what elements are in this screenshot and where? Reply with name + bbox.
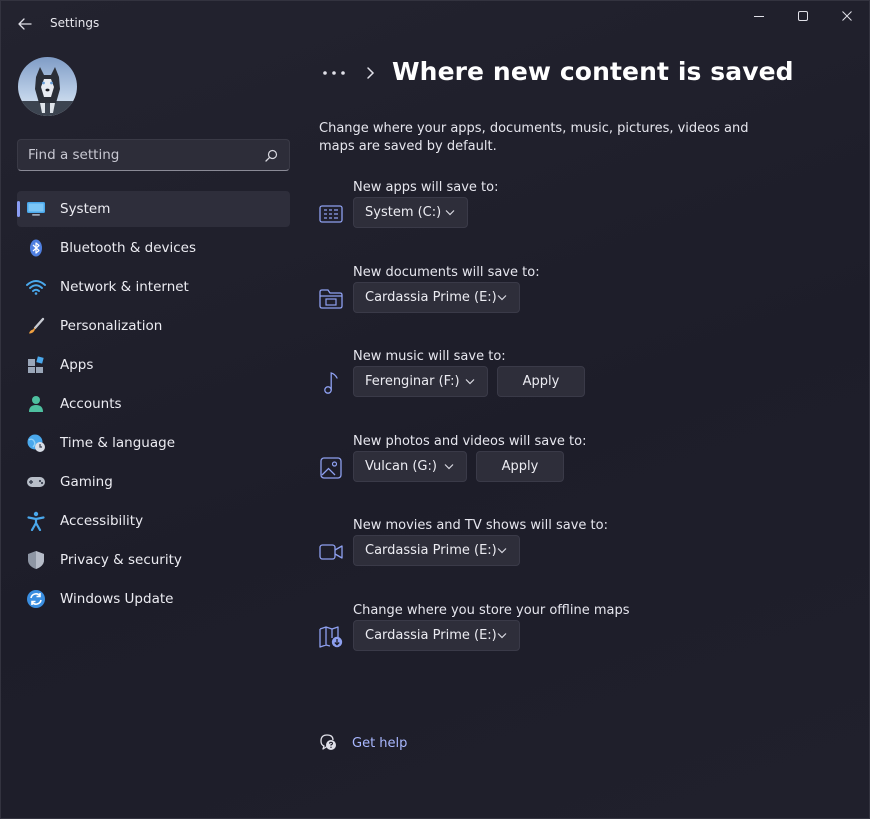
maps-location-dropdown[interactable]: Cardassia Prime (E:) [353,620,520,651]
setting-label: Change where you store your offline maps [353,603,630,618]
sidebar-item-apps[interactable]: Apps [17,347,290,383]
setting-label: New documents will save to: [353,265,540,280]
dropdown-value: Cardassia Prime (E:) [365,628,497,643]
apps-icon [26,355,46,375]
brush-icon [26,316,46,336]
sidebar-item-time-language[interactable]: Time & language [17,425,290,461]
back-arrow-icon [18,18,32,30]
sidebar-item-privacy-security[interactable]: Privacy & security [17,542,290,578]
maximize-button[interactable] [781,5,825,27]
page-description: Change where your apps, documents, music… [319,121,749,154]
sidebar-item-label: Accessibility [60,513,144,529]
user-avatar[interactable] [18,57,77,116]
close-icon [842,11,852,21]
search-input[interactable] [18,140,258,170]
setting-label: New apps will save to: [353,180,499,195]
sidebar-item-label: System [60,201,111,217]
sidebar-item-label: Bluetooth & devices [60,240,197,256]
sidebar-item-accessibility[interactable]: Accessibility [17,503,290,539]
page-title: Where new content is saved [392,57,794,86]
photos-location-dropdown[interactable]: Vulcan (G:) [353,451,467,482]
documents-location-dropdown[interactable]: Cardassia Prime (E:) [353,282,520,313]
update-icon [26,589,46,609]
close-button[interactable] [825,5,869,27]
setting-label: New photos and videos will save to: [353,434,587,449]
setting-label: New movies and TV shows will save to: [353,518,608,533]
sidebar-item-bluetooth-devices[interactable]: Bluetooth & devices [17,230,290,266]
setting-offline-maps: Change where you store your offline maps… [317,603,787,663]
setting-new-apps: New apps will save to: System (C:) [317,180,787,240]
system-icon [26,199,46,219]
chevron-down-icon [445,210,455,216]
selection-indicator [17,201,20,217]
sidebar-item-accounts[interactable]: Accounts [17,386,290,422]
shield-icon [26,550,46,570]
minimize-button[interactable] [737,5,781,27]
sidebar-item-network-internet[interactable]: Network & internet [17,269,290,305]
sidebar-item-system[interactable]: System [17,191,290,227]
breadcrumb-more-button[interactable] [322,65,348,84]
map-download-icon [317,625,345,649]
minimize-icon [754,16,764,17]
dropdown-value: Cardassia Prime (E:) [365,290,497,305]
sidebar-nav: System Bluetooth & devices Network & int… [17,191,290,620]
wifi-icon [26,277,46,297]
sidebar-item-gaming[interactable]: Gaming [17,464,290,500]
accessibility-icon [26,511,46,531]
dropdown-value: Ferenginar (F:) [365,374,460,389]
photos-apply-button[interactable]: Apply [476,451,564,482]
chevron-down-icon [465,379,475,385]
sidebar-item-label: Accounts [60,396,122,412]
dropdown-value: Cardassia Prime (E:) [365,543,497,558]
apps-storage-icon [317,202,345,226]
chevron-right-icon [367,67,375,79]
music-note-icon [317,371,345,395]
dropdown-value: Vulcan (G:) [365,459,437,474]
help-chat-icon [320,734,336,750]
setting-new-music: New music will save to: Ferenginar (F:) … [317,349,787,409]
chevron-down-icon [497,633,507,639]
setting-new-photos-videos: New photos and videos will save to: Vulc… [317,434,787,494]
sidebar-item-label: Personalization [60,318,163,334]
sidebar-item-label: Apps [60,357,94,373]
sidebar-item-label: Privacy & security [60,552,182,568]
search-icon[interactable] [265,149,278,162]
person-icon [26,394,46,414]
maximize-icon [798,11,808,21]
setting-new-documents: New documents will save to: Cardassia Pr… [317,265,787,325]
movies-location-dropdown[interactable]: Cardassia Prime (E:) [353,535,520,566]
documents-folder-icon [317,287,345,311]
sidebar-item-label: Time & language [60,435,176,451]
husky-avatar-icon [18,57,77,116]
apps-location-dropdown[interactable]: System (C:) [353,197,468,228]
gamepad-icon [26,472,46,492]
breadcrumb-separator [366,65,376,84]
setting-label: New music will save to: [353,349,506,364]
video-camera-icon [317,540,345,564]
get-help-link[interactable]: Get help [352,736,407,751]
chevron-down-icon [497,295,507,301]
title-bar: Settings [1,1,869,47]
sidebar-item-label: Network & internet [60,279,189,295]
sidebar-item-windows-update[interactable]: Windows Update [17,581,290,617]
back-button[interactable] [13,12,37,36]
setting-new-movies-tv: New movies and TV shows will save to: Ca… [317,518,787,578]
sidebar-item-personalization[interactable]: Personalization [17,308,290,344]
chevron-down-icon [444,464,454,470]
chevron-down-icon [497,548,507,554]
bluetooth-icon [26,238,46,258]
settings-window: Settings Find a setting System Bluetooth… [0,0,870,819]
music-location-dropdown[interactable]: Ferenginar (F:) [353,366,488,397]
sidebar-item-label: Windows Update [60,591,174,607]
search-box [17,139,290,171]
globe-clock-icon [26,433,46,453]
sidebar-item-label: Gaming [60,474,113,490]
app-title: Settings [50,16,100,30]
photo-icon [317,456,345,480]
music-apply-button[interactable]: Apply [497,366,585,397]
more-dots-icon [323,71,345,75]
dropdown-value: System (C:) [365,205,442,220]
